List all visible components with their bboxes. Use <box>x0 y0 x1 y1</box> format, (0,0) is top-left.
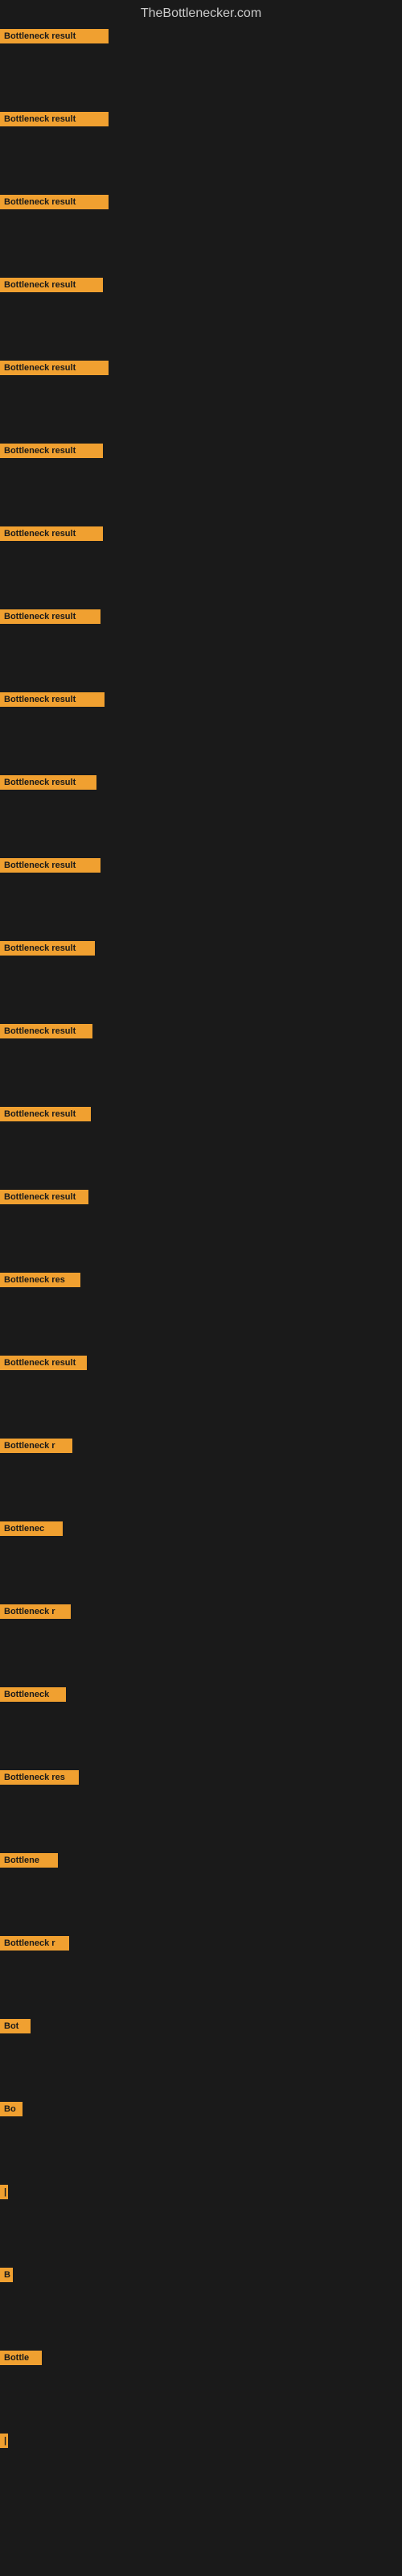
bar-row: Bottleneck result <box>0 791 402 873</box>
bar-container: Bottleneck result <box>0 692 402 707</box>
bar-container: Bottlene <box>0 1853 402 1868</box>
bar-container: Bottleneck result <box>0 1024 402 1038</box>
bar-container: Bottleneck res <box>0 1273 402 1287</box>
bottleneck-result-bar[interactable]: Bottleneck result <box>0 858 100 873</box>
bar-row: | <box>0 2118 402 2199</box>
bar-container: Bottleneck r <box>0 1604 402 1619</box>
bottleneck-result-bar[interactable]: Bottleneck result <box>0 692 105 707</box>
bar-row: Bo <box>0 2035 402 2116</box>
bar-row: Bottleneck result <box>0 1123 402 1204</box>
bottleneck-result-bar[interactable]: Bottleneck res <box>0 1273 80 1287</box>
bottleneck-result-bar[interactable]: Bottleneck result <box>0 941 95 956</box>
bar-container: Bottleneck result <box>0 526 402 541</box>
bottleneck-result-bar[interactable]: Bottleneck result <box>0 29 109 43</box>
bar-container: Bottleneck result <box>0 1356 402 1370</box>
bottleneck-result-bar[interactable]: | <box>0 2434 8 2448</box>
bar-row: Bottleneck r <box>0 1538 402 1619</box>
bar-row: Bottlenec <box>0 1455 402 1536</box>
bottleneck-result-bar[interactable]: Bot <box>0 2019 31 2033</box>
bottleneck-result-bar[interactable]: Bottleneck r <box>0 1604 71 1619</box>
bar-container: Bottleneck r <box>0 1439 402 1453</box>
bar-row: B <box>0 2201 402 2282</box>
bottleneck-result-bar[interactable]: Bottleneck r <box>0 1936 69 1951</box>
bottleneck-result-bar[interactable]: Bottleneck result <box>0 526 103 541</box>
bar-container: Bottleneck result <box>0 444 402 458</box>
bar-row: Bottleneck result <box>0 957 402 1038</box>
bar-row: Bottleneck result <box>0 128 402 209</box>
bar-row: Bottlene <box>0 1786 402 1868</box>
bar-row: Bottleneck result <box>0 874 402 956</box>
bottleneck-result-bar[interactable]: Bottlenec <box>0 1521 63 1536</box>
site-title: TheBottlenecker.com <box>0 0 402 24</box>
bar-row: Bottleneck result <box>0 294 402 375</box>
bar-container: Bottleneck result <box>0 1190 402 1204</box>
bar-row: Bottle <box>0 2284 402 2365</box>
bottleneck-result-bar[interactable]: B <box>0 2268 13 2282</box>
bar-container: Bottleneck result <box>0 278 402 292</box>
bar-container: Bot <box>0 2019 402 2033</box>
bar-row: Bottleneck result <box>0 460 402 541</box>
bottleneck-result-bar[interactable]: Bottleneck result <box>0 1024 92 1038</box>
bar-row: | <box>0 2367 402 2448</box>
bar-row: Bottleneck result <box>0 1289 402 1370</box>
bar-row: Bottleneck result <box>0 211 402 292</box>
bar-row: Bottleneck result <box>0 625 402 707</box>
bottleneck-result-bar[interactable]: Bottleneck result <box>0 444 103 458</box>
bar-row: Bottleneck res <box>0 1206 402 1287</box>
bar-row: Bot <box>0 1952 402 2033</box>
bottleneck-result-bar[interactable]: Bottleneck res <box>0 1770 79 1785</box>
bar-container: B <box>0 2268 402 2282</box>
bar-container: Bo <box>0 2102 402 2116</box>
bar-row: Bottleneck result <box>0 377 402 458</box>
bottleneck-result-bar[interactable]: Bottle <box>0 2351 42 2365</box>
bottleneck-result-bar[interactable]: Bo <box>0 2102 23 2116</box>
bottleneck-result-bar[interactable]: Bottlene <box>0 1853 58 1868</box>
bottleneck-result-bar[interactable]: Bottleneck result <box>0 195 109 209</box>
bar-container: Bottlenec <box>0 1521 402 1536</box>
bar-row: Bottleneck r <box>0 1869 402 1951</box>
bottleneck-result-bar[interactable]: Bottleneck result <box>0 1190 88 1204</box>
bar-container: Bottleneck r <box>0 1936 402 1951</box>
bar-container: Bottleneck result <box>0 609 402 624</box>
bar-container: Bottleneck result <box>0 361 402 375</box>
bar-row: Bottleneck res <box>0 1703 402 1785</box>
bottleneck-result-bar[interactable]: Bottleneck result <box>0 775 96 790</box>
bar-container: Bottleneck result <box>0 195 402 209</box>
bar-row: Bottleneck result <box>0 24 402 43</box>
bottleneck-result-bar[interactable]: Bottleneck result <box>0 361 109 375</box>
bar-container: Bottleneck <box>0 1687 402 1702</box>
bar-row: Bottleneck result <box>0 543 402 624</box>
bar-row: Bottleneck result <box>0 1040 402 1121</box>
bar-container: | <box>0 2185 402 2199</box>
bars-container: Bottleneck result Bottleneck result Bottle… <box>0 24 402 2448</box>
bar-container: Bottle <box>0 2351 402 2365</box>
bottleneck-result-bar[interactable]: Bottleneck result <box>0 1356 87 1370</box>
bar-row: Bottleneck r <box>0 1372 402 1453</box>
bar-container: Bottleneck result <box>0 112 402 126</box>
bar-container: Bottleneck res <box>0 1770 402 1785</box>
bar-container: | <box>0 2434 402 2448</box>
bar-container: Bottleneck result <box>0 775 402 790</box>
bar-row: Bottleneck result <box>0 708 402 790</box>
bottleneck-result-bar[interactable]: Bottleneck result <box>0 1107 91 1121</box>
bar-container: Bottleneck result <box>0 29 402 43</box>
bottleneck-result-bar[interactable]: Bottleneck result <box>0 609 100 624</box>
bottleneck-result-bar[interactable]: Bottleneck result <box>0 112 109 126</box>
bar-row: Bottleneck result <box>0 45 402 126</box>
bottleneck-result-bar[interactable]: Bottleneck <box>0 1687 66 1702</box>
bottleneck-result-bar[interactable]: Bottleneck result <box>0 278 103 292</box>
bar-container: Bottleneck result <box>0 858 402 873</box>
bar-row: Bottleneck <box>0 1620 402 1702</box>
bottleneck-result-bar[interactable]: Bottleneck r <box>0 1439 72 1453</box>
bottleneck-result-bar[interactable]: | <box>0 2185 8 2199</box>
bar-container: Bottleneck result <box>0 1107 402 1121</box>
bar-container: Bottleneck result <box>0 941 402 956</box>
